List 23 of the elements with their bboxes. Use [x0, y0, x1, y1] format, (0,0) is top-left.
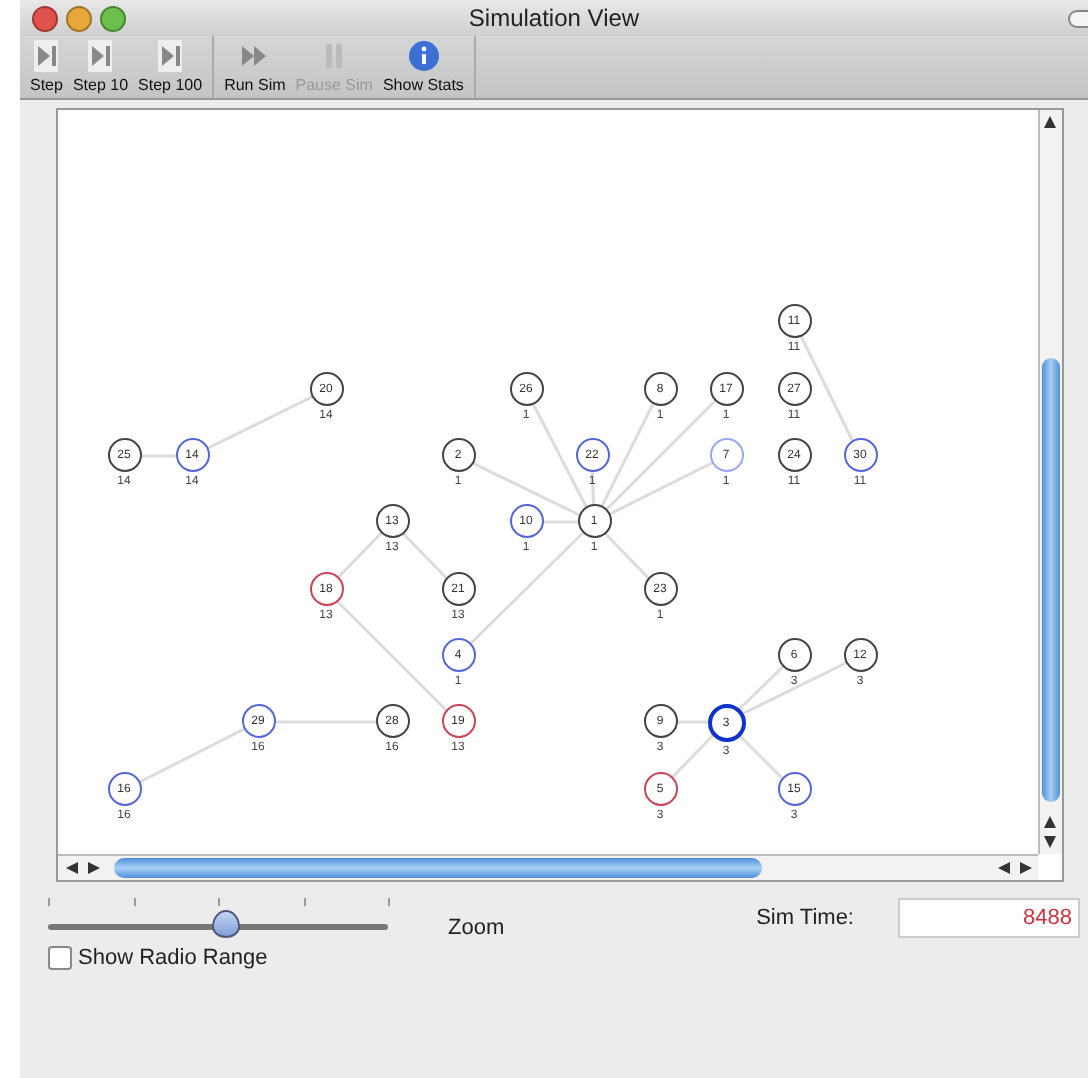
fast-forward-icon [240, 40, 269, 72]
window-title: Simulation View [468, 4, 640, 32]
scroll-arrow-icon[interactable] [1044, 116, 1056, 128]
step-icon [32, 40, 61, 72]
toolbar-button[interactable]: Step [28, 40, 65, 94]
minimize-button[interactable] [66, 5, 92, 31]
toolbar-button[interactable]: Step 10 [70, 40, 131, 94]
toolbar-button[interactable]: Step 100 [136, 40, 205, 94]
horizontal-scrollbar[interactable] [58, 854, 1038, 880]
step-icon [156, 40, 185, 72]
close-button[interactable] [32, 5, 58, 31]
info-icon [407, 40, 440, 72]
toolbar-button[interactable]: Run Sim [222, 40, 288, 94]
radio-range-checkbox[interactable]: Show Radio Range [48, 946, 448, 970]
step-icon [86, 40, 115, 72]
vertical-scrollbar[interactable] [1038, 110, 1062, 854]
zoom-button[interactable] [100, 5, 126, 31]
sim-time-label: Sim Time: [756, 906, 854, 930]
slider-thumb[interactable] [212, 910, 241, 938]
toolbar-button[interactable]: Show Stats [380, 40, 466, 94]
zoom-label: Zoom [448, 916, 507, 940]
sim-time-field: 8488 [898, 898, 1080, 938]
zoom-slider[interactable] [48, 898, 388, 942]
